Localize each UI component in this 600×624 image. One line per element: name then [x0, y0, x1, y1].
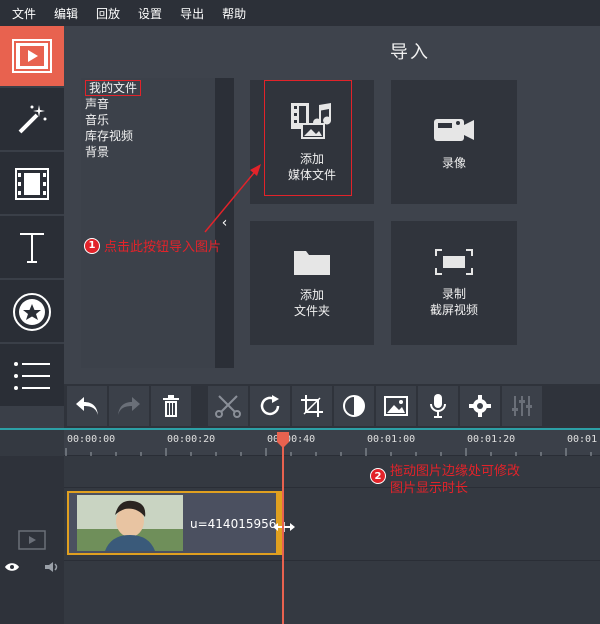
video-track-icon [18, 530, 46, 550]
scissors-icon [215, 395, 241, 418]
settings-button[interactable] [460, 386, 500, 426]
redo-button[interactable] [109, 386, 149, 426]
color-adjust-button[interactable] [334, 386, 374, 426]
contrast-icon [343, 395, 365, 417]
crop-button[interactable] [292, 386, 332, 426]
time-ruler[interactable]: 00:00:00 00:00:20 00:00:40 00:01:00 00:0… [64, 430, 600, 456]
cut-button[interactable] [208, 386, 248, 426]
tick-label: 00:00:00 [67, 434, 116, 445]
step-1-badge: 1 [84, 237, 100, 254]
tick-label: 00:01:00 [367, 434, 416, 445]
undo-button[interactable] [67, 386, 107, 426]
track-header [0, 456, 64, 624]
portrait-thumbnail-image [77, 495, 183, 551]
ruler-ticks [65, 448, 592, 456]
record-audio-button[interactable] [418, 386, 458, 426]
trash-icon [163, 395, 179, 417]
equalizer-icon [512, 396, 532, 416]
step-2-text-line-2: 图片显示时长 [390, 481, 469, 496]
clip-thumbnail [77, 495, 183, 551]
tick-label: 00:00:20 [167, 434, 216, 445]
clip-properties-button[interactable] [376, 386, 416, 426]
undo-icon [76, 397, 98, 415]
tick-label: 00:01 [567, 434, 598, 445]
equalizer-button[interactable] [502, 386, 542, 426]
rotate-icon [260, 395, 280, 416]
delete-button[interactable] [151, 386, 191, 426]
crop-icon [301, 395, 323, 417]
redo-icon [118, 397, 140, 415]
step-2-badge: 2 [370, 468, 386, 484]
image-icon [384, 396, 408, 416]
playhead-handle[interactable] [277, 432, 289, 448]
volume-icon[interactable] [44, 561, 60, 573]
track-separator [64, 560, 600, 561]
rotate-button[interactable] [250, 386, 290, 426]
tick-label: 00:00:40 [267, 434, 316, 445]
annotation-step-1: 1 点击此按钮导入图片 [84, 236, 221, 255]
step-1-text: 点击此按钮导入图片 [104, 240, 222, 255]
resize-cursor-icon [273, 522, 295, 532]
playhead[interactable] [282, 432, 284, 624]
step-2-text-line-1: 拖动图片边缘处可修改 [390, 464, 521, 479]
visibility-eye-icon[interactable] [4, 562, 20, 572]
microphone-icon [430, 394, 446, 418]
clip-label: u=414015956 [190, 517, 277, 531]
annotation-step-2: 2 拖动图片边缘处可修改 图片显示时长 [370, 463, 520, 497]
tick-label: 00:01:20 [467, 434, 516, 445]
gear-icon [469, 395, 491, 417]
